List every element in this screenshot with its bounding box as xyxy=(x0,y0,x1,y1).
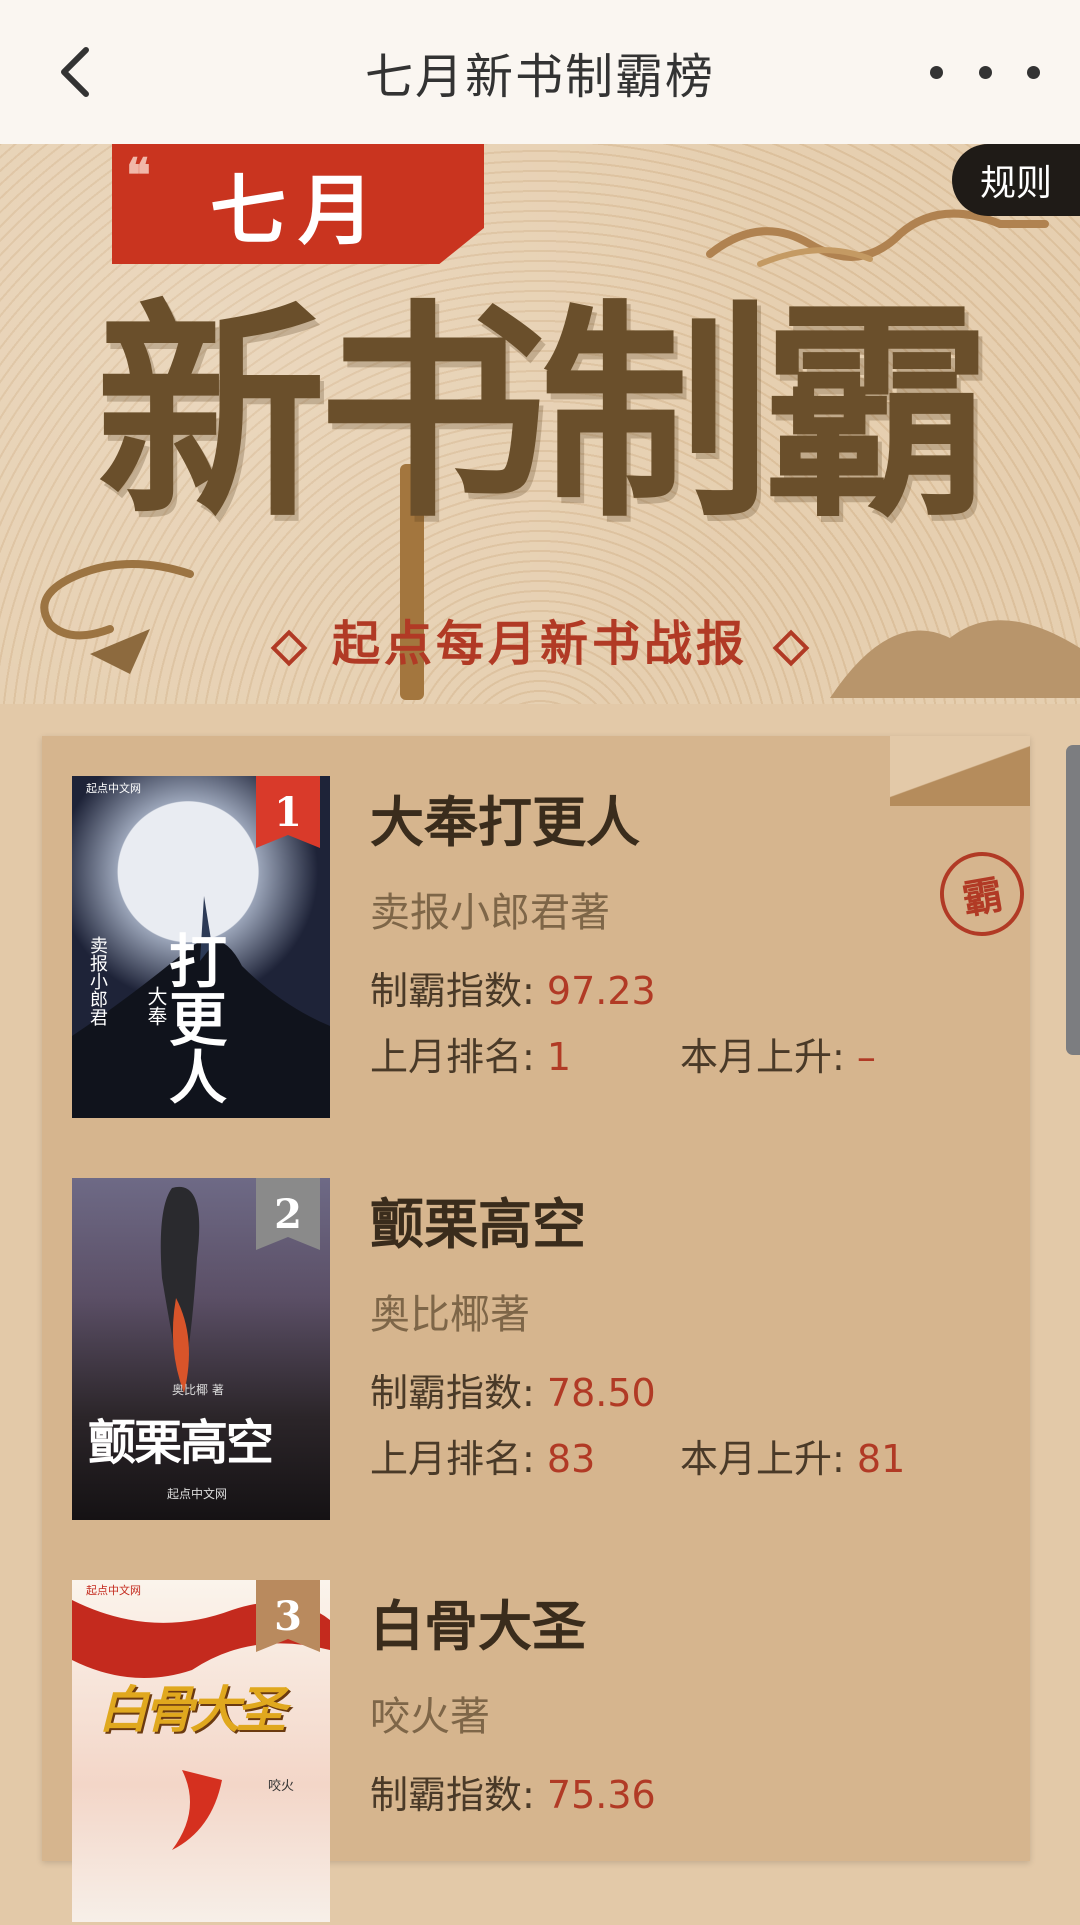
last-rank-label: 上月排名: xyxy=(370,1437,547,1481)
banner-subtitle: 起点每月新书战报 xyxy=(0,604,1080,674)
banner-subtitle-text: 起点每月新书战报 xyxy=(331,616,748,672)
index-value: 78.50 xyxy=(546,1371,656,1415)
book-cover[interactable]: 奥比椰 著 起点中文网 颤栗高空 2 xyxy=(72,1178,330,1520)
last-rank-value: 1 xyxy=(546,1035,572,1079)
book-cover[interactable]: 起点中文网 打更人 大奉 卖报小郎君 1 xyxy=(72,776,330,1118)
book-title[interactable]: 颤栗高空 xyxy=(370,1178,1020,1270)
banner-title: 新书制霸 xyxy=(95,279,992,549)
rank-row: 上月排名: 1 本月上升: – xyxy=(370,1024,1020,1090)
month-ribbon: ❝ 七月 xyxy=(112,144,484,264)
cover-title: 白骨大圣 xyxy=(98,1680,286,1739)
cover-author: 卖报小郎君 xyxy=(87,936,108,1026)
book-info: 大奉打更人 卖报小郎君著 制霸指数: 97.23 上月排名: 1 本月上升: –… xyxy=(370,776,1031,1090)
side-drawer-handle[interactable] xyxy=(1066,745,1080,1055)
book-info: 颤栗高空 奥比椰著 制霸指数: 78.50 上月排名: 83 本月上升: 81 xyxy=(370,1178,1020,1492)
last-rank-label: 上月排名: xyxy=(370,1035,547,1079)
book-cover[interactable]: 起点中文网 咬火 白骨大圣 3 xyxy=(72,1580,330,1922)
more-options-icon[interactable] xyxy=(930,50,1040,94)
book-author: 卖报小郎君著 xyxy=(370,890,610,936)
cover-subtitle: 大奉 xyxy=(144,986,168,1026)
svg-text:起点中文网: 起点中文网 xyxy=(86,1583,141,1597)
diamond-right-icon xyxy=(772,629,810,666)
month-label: 七月 xyxy=(210,166,386,255)
quote-mark-icon: ❝ xyxy=(126,148,163,202)
book-author: 咬火著 xyxy=(370,1694,490,1740)
index-label: 制霸指数: xyxy=(370,1773,547,1817)
rise-label: 本月上升: xyxy=(680,1437,857,1481)
svg-text:咬火: 咬火 xyxy=(268,1778,294,1794)
svg-text:起点中文网: 起点中文网 xyxy=(86,781,141,795)
index-label: 制霸指数: xyxy=(370,1371,547,1415)
book-item[interactable]: 奥比椰 著 起点中文网 颤栗高空 2 颤栗高空 奥比椰著 制霸指数: 78.50… xyxy=(72,1178,1032,1523)
hero-banner: ❝ 七月 规则 新书制霸 起点每月新书战报 xyxy=(0,144,1080,704)
index-row: 制霸指数: 97.23 xyxy=(370,958,1020,1024)
book-info: 白骨大圣 咬火著 制霸指数: 75.36 xyxy=(370,1580,1020,1828)
svg-text:起点中文网: 起点中文网 xyxy=(167,1486,227,1501)
rise-label: 本月上升: xyxy=(680,1035,857,1079)
book-item[interactable]: 起点中文网 咬火 白骨大圣 3 白骨大圣 咬火著 制霸指数: 75.36 xyxy=(72,1580,1032,1925)
index-row: 制霸指数: 78.50 xyxy=(370,1360,1020,1426)
book-item[interactable]: 起点中文网 打更人 大奉 卖报小郎君 1 大奉打更人 卖报小郎君著 制霸指数: … xyxy=(72,776,1032,1121)
top-nav-bar: 七月新书制霸榜 xyxy=(0,0,1080,144)
diamond-left-icon xyxy=(270,629,308,666)
book-title[interactable]: 大奉打更人 xyxy=(370,776,1020,868)
index-value: 75.36 xyxy=(546,1773,656,1817)
rise-value: – xyxy=(856,1035,876,1079)
svg-text:奥比椰 著: 奥比椰 著 xyxy=(172,1382,224,1397)
index-row: 制霸指数: 75.36 xyxy=(370,1762,1020,1828)
rank-row: 上月排名: 83 本月上升: 81 xyxy=(370,1426,1020,1492)
index-label: 制霸指数: xyxy=(370,969,547,1013)
back-chevron-icon[interactable] xyxy=(48,42,108,102)
index-value: 97.23 xyxy=(546,969,656,1013)
last-rank-value: 83 xyxy=(546,1437,596,1481)
cover-title: 打更人 xyxy=(159,931,227,1105)
rise-value: 81 xyxy=(856,1437,906,1481)
cover-title: 颤栗高空 xyxy=(88,1415,274,1471)
rules-button[interactable]: 规则 xyxy=(952,144,1080,216)
ranking-panel: 起点中文网 打更人 大奉 卖报小郎君 1 大奉打更人 卖报小郎君著 制霸指数: … xyxy=(42,736,1032,1922)
book-title[interactable]: 白骨大圣 xyxy=(370,1580,1020,1672)
book-author: 奥比椰著 xyxy=(370,1292,530,1338)
page-title: 七月新书制霸榜 xyxy=(364,49,715,105)
